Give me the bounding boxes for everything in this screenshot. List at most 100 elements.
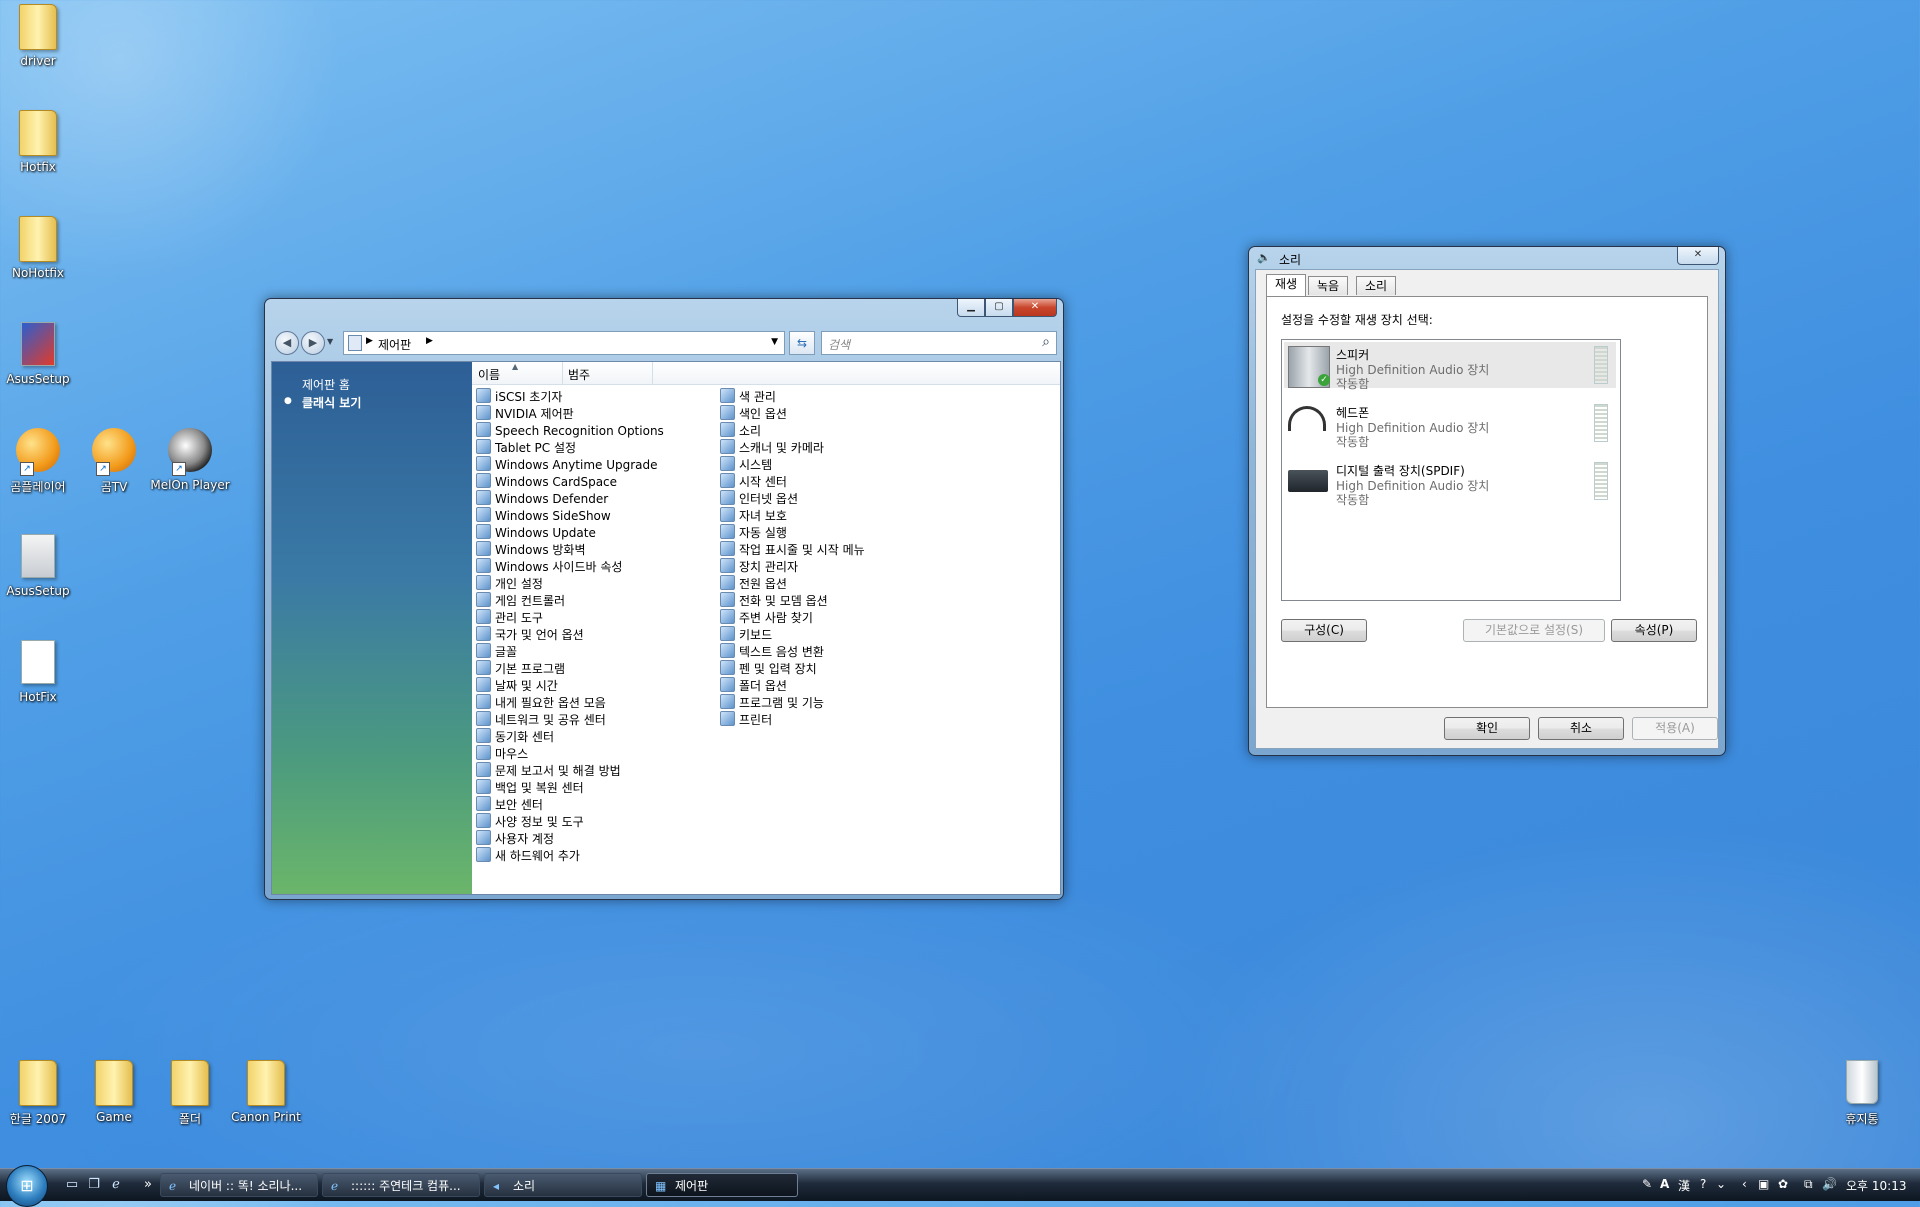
control-panel-item[interactable]: 자녀 보호 — [720, 507, 787, 524]
tray-expand-icon[interactable]: ‹ — [1742, 1177, 1747, 1191]
control-panel-item[interactable]: Windows CardSpace — [476, 473, 617, 490]
control-panel-item[interactable]: 기본 프로그램 — [476, 660, 565, 677]
tray-app2-icon[interactable]: ✿ — [1778, 1177, 1788, 1191]
device-speaker[interactable]: ✓ 스피커 High Definition Audio 장치 작동함 — [1284, 342, 1616, 391]
network-icon[interactable]: ⧉ — [1804, 1177, 1813, 1192]
desktop-icon-asussetup-2[interactable]: AsusSetup — [0, 534, 78, 598]
control-panel-home-link[interactable]: 제어판 홈 — [302, 376, 350, 393]
classic-view-link[interactable]: 클래식 보기 — [302, 394, 361, 411]
maximize-button[interactable]: ▢ — [985, 299, 1013, 317]
breadcrumb[interactable]: 제어판 — [378, 336, 411, 353]
desktop-icon-driver[interactable]: driver — [0, 4, 78, 68]
properties-button[interactable]: 속성(P) — [1611, 619, 1697, 642]
control-panel-item[interactable]: 프린터 — [720, 711, 772, 728]
tab-playback[interactable]: 재생 — [1266, 274, 1307, 296]
control-panel-item[interactable]: 프로그램 및 기능 — [720, 694, 824, 711]
desktop-icon-canon[interactable]: Canon Print — [226, 1060, 306, 1124]
column-category-header[interactable]: 범주 — [568, 366, 590, 383]
control-panel-item[interactable]: 장치 관리자 — [720, 558, 798, 575]
internet-explorer-icon[interactable]: ℯ — [108, 1177, 124, 1193]
control-panel-item[interactable]: 백업 및 복원 센터 — [476, 779, 584, 796]
forward-button[interactable]: ▶ — [301, 331, 325, 355]
search-box[interactable]: 검색 ⌕ — [821, 331, 1057, 355]
device-spdif[interactable]: 디지털 출력 장치(SPDIF) High Definition Audio 장… — [1284, 458, 1616, 507]
desktop-icon-nohotfix[interactable]: NoHotfix — [0, 216, 78, 280]
input-mode-icon[interactable]: A — [1660, 1177, 1669, 1191]
breadcrumb-arrow-icon[interactable]: ▶ — [426, 336, 433, 346]
hanja-icon[interactable]: 漢 — [1678, 1177, 1690, 1194]
show-desktop-icon[interactable]: ▭ — [64, 1177, 80, 1193]
help-icon[interactable]: ? — [1700, 1177, 1706, 1191]
control-panel-item[interactable]: 전원 옵션 — [720, 575, 787, 592]
configure-button[interactable]: 구성(C) — [1281, 619, 1367, 642]
control-panel-item[interactable]: 주변 사람 찾기 — [720, 609, 813, 626]
control-panel-item[interactable]: 전화 및 모뎀 옵션 — [720, 592, 828, 609]
tray-app-icon[interactable]: ▣ — [1758, 1177, 1769, 1191]
desktop-icon-hotfix[interactable]: Hotfix — [0, 110, 78, 174]
address-bar[interactable]: ▶ 제어판 ▶ ▼ — [343, 331, 785, 355]
back-button[interactable]: ◀ — [275, 331, 299, 355]
control-panel-item[interactable]: 시스템 — [720, 456, 772, 473]
control-panel-item[interactable]: 시작 센터 — [720, 473, 787, 490]
control-panel-item[interactable]: Tablet PC 설정 — [476, 439, 576, 456]
task-jooyontech[interactable]: ℯ:::::: 주연테크 컴퓨... — [322, 1173, 480, 1197]
control-panel-item[interactable]: 관리 도구 — [476, 609, 543, 626]
address-dropdown-icon[interactable]: ▼ — [771, 337, 778, 347]
desktop-icon-recycle-bin[interactable]: 휴지통 — [1822, 1060, 1902, 1127]
desktop-icon-hangul[interactable]: 한글 2007 — [0, 1060, 78, 1127]
set-default-button[interactable]: 기본값으로 설정(S) — [1463, 619, 1605, 642]
desktop-icon-melon[interactable]: ↗ MelOn Player — [150, 428, 230, 492]
desktop-icon-hotfix-file[interactable]: HotFix — [0, 640, 78, 704]
control-panel-item[interactable]: iSCSI 초기자 — [476, 388, 562, 405]
start-button[interactable]: ⊞ — [6, 1165, 48, 1207]
control-panel-item[interactable]: 동기화 센터 — [476, 728, 554, 745]
options-icon[interactable]: ⌄ — [1716, 1177, 1726, 1191]
cancel-button[interactable]: 취소 — [1538, 717, 1624, 740]
ok-button[interactable]: 확인 — [1444, 717, 1530, 740]
control-panel-item[interactable]: 문제 보고서 및 해결 방법 — [476, 762, 621, 779]
control-panel-item[interactable]: Windows 사이드바 속성 — [476, 558, 622, 575]
desktop-icon-folder[interactable]: 폴더 — [150, 1060, 230, 1127]
desktop-icon-gomplayer[interactable]: ↗ 곰플레이어 — [0, 428, 78, 495]
control-panel-item[interactable]: 날짜 및 시간 — [476, 677, 558, 694]
control-panel-item[interactable]: Windows SideShow — [476, 507, 611, 524]
search-icon[interactable]: ⌕ — [1042, 334, 1050, 350]
control-panel-item[interactable]: 국가 및 언어 옵션 — [476, 626, 584, 643]
control-panel-item[interactable]: 자동 실행 — [720, 524, 787, 541]
control-panel-item[interactable]: 사용자 계정 — [476, 830, 554, 847]
control-panel-item[interactable]: Windows Anytime Upgrade — [476, 456, 658, 473]
task-naver[interactable]: ℯ 네이버 :: 똑! 소리나... — [160, 1173, 318, 1197]
control-panel-item[interactable]: Windows Update — [476, 524, 596, 541]
control-panel-item[interactable]: 텍스트 음성 변환 — [720, 643, 824, 660]
desktop-icon-gomtv[interactable]: ↗ 곰TV — [74, 428, 154, 495]
control-panel-item[interactable]: NVIDIA 제어판 — [476, 405, 574, 422]
desktop-icon-asussetup[interactable]: AsusSetup — [0, 322, 78, 386]
control-panel-item[interactable]: 글꼴 — [476, 643, 517, 660]
control-panel-item[interactable]: 펜 및 입력 장치 — [720, 660, 817, 677]
close-button[interactable]: ✕ — [1677, 247, 1719, 265]
clock[interactable]: 오후 10:13 — [1846, 1177, 1906, 1194]
control-panel-item[interactable]: 폴더 옵션 — [720, 677, 787, 694]
control-panel-item[interactable]: 색 관리 — [720, 388, 776, 405]
control-panel-item[interactable]: Speech Recognition Options — [476, 422, 664, 439]
column-name-header[interactable]: 이름 — [478, 366, 500, 383]
volume-icon[interactable]: 🔊 — [1822, 1177, 1837, 1191]
device-headphones[interactable]: 헤드폰 High Definition Audio 장치 작동함 — [1284, 400, 1616, 449]
control-panel-item[interactable]: 보안 센터 — [476, 796, 543, 813]
language-bar-icon[interactable]: ✎ — [1642, 1177, 1652, 1191]
minimize-button[interactable]: ▁ — [957, 299, 985, 317]
task-sound[interactable]: ◂ 소리 — [484, 1173, 642, 1197]
control-panel-item[interactable]: 작업 표시줄 및 시작 메뉴 — [720, 541, 865, 558]
tab-recording[interactable]: 녹음 — [1308, 276, 1349, 295]
desktop-icon-game[interactable]: Game — [74, 1060, 154, 1124]
control-panel-item[interactable]: 소리 — [720, 422, 761, 439]
control-panel-item[interactable]: Windows Defender — [476, 490, 608, 507]
refresh-button[interactable]: ⇆ — [789, 331, 815, 355]
control-panel-item[interactable]: 개인 설정 — [476, 575, 543, 592]
control-panel-item[interactable]: 키보드 — [720, 626, 772, 643]
control-panel-item[interactable]: 새 하드웨어 추가 — [476, 847, 580, 864]
control-panel-item[interactable]: 색인 옵션 — [720, 405, 787, 422]
control-panel-item[interactable]: 내게 필요한 옵션 모음 — [476, 694, 606, 711]
control-panel-item[interactable]: 네트워크 및 공유 센터 — [476, 711, 606, 728]
search-input[interactable]: 검색 — [828, 336, 850, 353]
